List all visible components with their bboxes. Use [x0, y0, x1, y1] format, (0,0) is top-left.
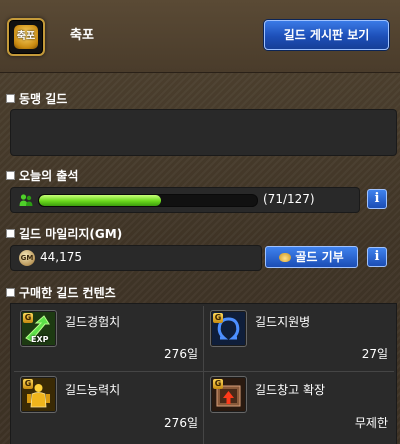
exp-label: EXP [31, 335, 49, 344]
content-days: 무제한 [354, 416, 388, 430]
guild-header: 축포 축포 길드 게시판 보기 [0, 0, 400, 73]
guild-emblem-icon: 축포 [14, 25, 38, 49]
content-days: 276일 [164, 416, 198, 430]
ally-guild-box [11, 110, 396, 155]
attendance-count: (71/127) [263, 192, 315, 206]
gold-figure-icon[interactable]: G [20, 376, 57, 413]
storage-expand-icon[interactable]: G [210, 376, 247, 413]
guild-info-window: 축포 축포 길드 게시판 보기 동맹 길드 오늘의 출석 (71/127) i … [0, 0, 400, 444]
content-days: 27일 [361, 347, 388, 361]
attendance-progress-fill [39, 195, 162, 206]
gm-coin-icon: GM [19, 250, 35, 266]
bullet-icon [6, 288, 15, 297]
content-name: 길드창고 확장 [255, 383, 326, 397]
contents-title: 구매한 길드 컨텐츠 [6, 284, 116, 301]
content-name: 길드지원병 [255, 315, 311, 329]
guild-emblem: 축포 [7, 18, 45, 56]
attendance-title: 오늘의 출석 [6, 167, 78, 184]
g-badge: G [213, 379, 223, 389]
bullet-icon [6, 94, 15, 103]
attendance-progress-bar [38, 194, 258, 207]
mileage-value: 44,175 [40, 250, 82, 264]
bullet-icon [6, 229, 15, 238]
exp-arrow-icon[interactable]: G EXP [20, 310, 57, 347]
g-badge: G [213, 313, 223, 323]
guild-board-button[interactable]: 길드 게시판 보기 [264, 20, 389, 50]
content-days: 276일 [164, 347, 198, 361]
g-badge: G [23, 313, 33, 323]
mileage-info-icon[interactable]: i [367, 247, 387, 267]
omega-icon[interactable]: G [210, 310, 247, 347]
attendance-info-icon[interactable]: i [367, 189, 387, 209]
contents-divider-horizontal [14, 371, 394, 372]
ally-guild-title: 동맹 길드 [6, 90, 67, 107]
g-badge: G [23, 379, 33, 389]
contents-divider-vertical [203, 306, 204, 444]
guild-name: 축포 [70, 28, 94, 43]
mileage-row: GM 44,175 [11, 246, 261, 270]
content-name: 길드능력치 [65, 383, 121, 397]
attendance-row: (71/127) [11, 188, 359, 212]
bullet-icon [6, 171, 15, 180]
content-name: 길드경험치 [65, 315, 121, 329]
gold-coins-icon [279, 253, 292, 262]
gold-donate-button[interactable]: 골드 기부 [265, 246, 358, 268]
members-icon [19, 194, 33, 206]
mileage-title: 길드 마일리지(GM) [6, 225, 122, 242]
